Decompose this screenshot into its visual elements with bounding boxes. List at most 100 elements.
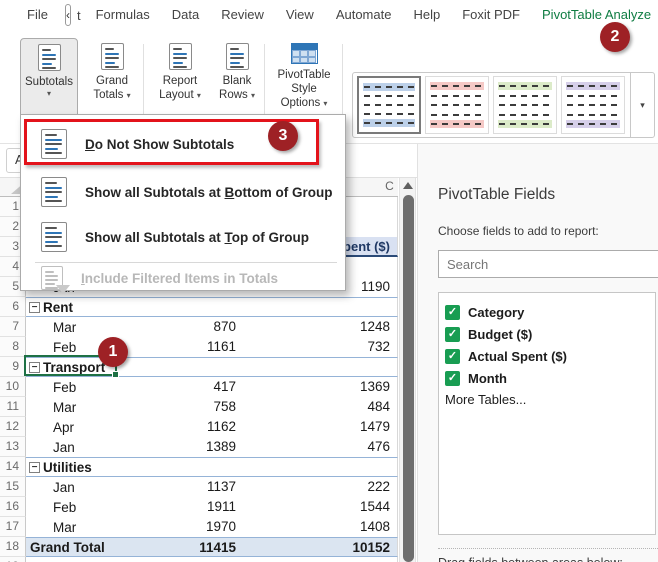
cell-actual-spent[interactable] [245,358,397,376]
scroll-up-arrow-icon[interactable] [403,182,413,189]
cell-actual-spent[interactable]: 732 [245,337,397,357]
style-swatch-green[interactable] [493,76,557,134]
tab-help[interactable]: Help [402,0,451,30]
cell-actual-spent[interactable]: 1544 [245,497,397,517]
field-item-actual-spent-[interactable]: ✓Actual Spent ($) [445,345,655,367]
field-item-budget-[interactable]: ✓Budget ($) [445,323,655,345]
row-number[interactable]: 16 [0,497,26,517]
tab-pivottable-analyze[interactable]: PivotTable Analyze [531,0,658,30]
cell-row-label[interactable]: Mar [26,517,117,537]
tab-automate[interactable]: Automate [325,0,403,30]
menu-item-show-all-subtotals-at-bottom-of-group[interactable]: Show all Subtotals at Bottom of Group [21,171,345,213]
cell-actual-spent[interactable] [245,458,397,476]
cell-budget[interactable]: 1161 [117,337,245,357]
document-lines-icon [41,129,67,159]
tab-review[interactable]: Review [210,0,275,30]
menu-separator [35,262,337,263]
gallery-more-button[interactable]: ▾ [630,73,654,137]
more-tables-link[interactable]: More Tables... [445,392,655,407]
cell-budget[interactable]: 1970 [117,517,245,537]
scrollbar-thumb[interactable] [403,195,414,562]
cell-budget[interactable]: 758 [117,397,245,417]
cell-row-label[interactable]: −Rent [26,298,117,316]
checked-checkbox[interactable]: ✓ [445,327,460,342]
tab-data[interactable]: Data [161,0,210,30]
menu-item-show-all-subtotals-at-top-of-group[interactable]: Show all Subtotals at Top of Group [21,216,345,258]
cell-row-label[interactable]: Mar [26,397,117,417]
cell-row-label[interactable]: Mar [26,317,117,337]
row-number[interactable]: 9 [0,357,26,377]
row-number[interactable]: 13 [0,437,26,457]
cell-actual-spent[interactable]: 222 [245,477,397,497]
cell-budget[interactable] [117,298,245,316]
cell-actual-spent[interactable]: 1369 [245,377,397,397]
row-cells: Jan1389476 [26,437,398,457]
collapse-button-icon[interactable]: − [29,302,40,313]
collapse-button-icon[interactable]: − [29,462,40,473]
cell-actual-spent[interactable]: 10152 [245,538,397,556]
row-number[interactable]: 18 [0,537,26,557]
fields-search-input[interactable] [438,250,658,278]
cell-budget[interactable]: 1911 [117,497,245,517]
cell-budget[interactable] [117,358,245,376]
row-number[interactable]: 15 [0,477,26,497]
icon-line [45,187,62,189]
report-layout-button[interactable]: ReportLayout ▾ [150,38,210,118]
row-number[interactable]: 10 [0,377,26,397]
icon-line [42,67,56,69]
row-number[interactable]: 11 [0,397,26,417]
cell-budget[interactable]: 1389 [117,437,245,457]
icon-line [105,53,119,55]
cell-actual-spent[interactable]: 1248 [245,317,397,337]
tab-foxit-pdf[interactable]: Foxit PDF [451,0,531,30]
subtotals-button[interactable]: Subtotals▾ [20,38,78,118]
cell-actual-spent[interactable] [245,557,397,562]
checked-checkbox[interactable]: ✓ [445,305,460,320]
style-swatch-purple[interactable] [561,76,625,134]
row-number[interactable]: 17 [0,517,26,537]
checked-checkbox[interactable]: ✓ [445,371,460,386]
cell-budget[interactable]: 870 [117,317,245,337]
ribbon-collapse-button[interactable]: ‹ [65,4,71,26]
tab-formulas[interactable]: Formulas [85,0,161,30]
vertical-scrollbar[interactable] [399,178,416,562]
row-number[interactable]: 7 [0,317,26,337]
cell-actual-spent[interactable]: 1408 [245,517,397,537]
cell-budget[interactable]: 1162 [117,417,245,437]
cell-budget[interactable]: 11415 [117,538,245,556]
checked-checkbox[interactable]: ✓ [445,349,460,364]
row-number[interactable]: 8 [0,337,26,357]
field-item-category[interactable]: ✓Category [445,301,655,323]
cell-actual-spent[interactable]: 484 [245,397,397,417]
row-number[interactable]: 14 [0,457,26,477]
pivottable-style-options-button[interactable]: PivotTable StyleOptions ▾ [268,38,340,118]
row-number[interactable]: 6 [0,297,26,317]
field-item-month[interactable]: ✓Month [445,367,655,389]
cell-budget[interactable] [117,557,245,562]
tab-file[interactable]: File [16,0,59,30]
cell-row-label[interactable] [26,557,117,562]
cell-row-label[interactable]: Feb [26,377,117,397]
cell-budget[interactable] [117,458,245,476]
style-swatch-blue[interactable] [357,76,421,134]
collapse-button-icon[interactable]: − [29,362,40,373]
cell-row-label[interactable]: Apr [26,417,117,437]
grand-totals-button[interactable]: GrandTotals ▾ [84,38,140,118]
cell-row-label[interactable]: −Utilities [26,458,117,476]
cell-row-label[interactable]: Grand Total [26,538,117,556]
tab-view[interactable]: View [275,0,325,30]
blank-rows-button[interactable]: BlankRows ▾ [212,38,262,118]
style-swatch-red[interactable] [425,76,489,134]
cell-actual-spent[interactable] [245,298,397,316]
cell-budget[interactable]: 1137 [117,477,245,497]
cell-row-label[interactable]: Jan [26,437,117,457]
row-number[interactable]: 19 [0,557,26,562]
cell-actual-spent[interactable]: 476 [245,437,397,457]
cell-actual-spent[interactable]: 1479 [245,417,397,437]
row-number[interactable]: 12 [0,417,26,437]
cell-budget[interactable]: 417 [117,377,245,397]
cell-row-label[interactable]: Feb [26,497,117,517]
button-label-line: Blank [219,74,255,88]
cell-row-label[interactable]: Jan [26,477,117,497]
column-header-c[interactable]: C [382,179,397,193]
